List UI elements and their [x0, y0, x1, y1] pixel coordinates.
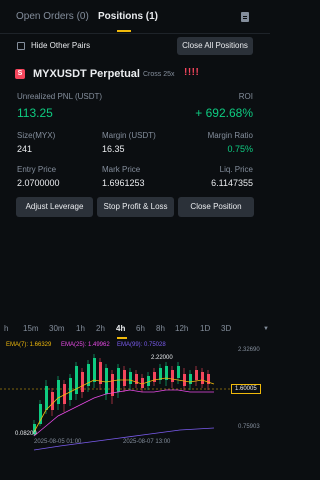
short-badge: S	[15, 69, 25, 79]
timeframe-2h[interactable]: 2h	[96, 324, 105, 333]
candle-body	[39, 404, 42, 424]
position-header: S MYXUSDT Perpetual Cross 25x !!!!	[0, 66, 270, 84]
unrealized-pnl-value: 113.25	[17, 106, 53, 120]
close-all-positions-button[interactable]: Close All Positions	[177, 37, 253, 55]
candle-body	[195, 370, 198, 380]
order-tabs: Open Orders (0) Positions (1)	[0, 0, 270, 34]
margin-ratio-value: 0.75%	[227, 144, 253, 154]
liq-price-label: Liq. Price	[219, 165, 253, 174]
candle-body	[123, 370, 126, 386]
candle-body	[45, 386, 48, 410]
margin-ratio-label: Margin Ratio	[207, 131, 253, 140]
tab-positions[interactable]: Positions (1)	[98, 11, 158, 22]
active-timeframe-indicator	[117, 337, 127, 339]
candle-body	[93, 358, 96, 382]
unrealized-pnl-label: Unrealized PNL (USDT)	[17, 92, 103, 101]
timeframe-4h[interactable]: 4h	[116, 324, 125, 333]
timeframe-1h[interactable]: 1h	[76, 324, 85, 333]
date-label-2: 2025-08-07 13:00	[123, 439, 171, 445]
roi-label: ROI	[238, 92, 253, 101]
hide-other-pairs-label[interactable]: Hide Other Pairs	[31, 41, 90, 50]
entry-price-value: 2.0700000	[17, 178, 60, 188]
timeframe-1d[interactable]: 1D	[200, 324, 210, 333]
candle-body	[51, 392, 54, 410]
roi-value: + 692.68%	[195, 106, 253, 120]
candle-body	[177, 366, 180, 378]
candles-svg	[0, 354, 230, 451]
adjust-leverage-button[interactable]: Adjust Leverage	[16, 197, 93, 217]
timeframe-12h[interactable]: 12h	[175, 324, 188, 333]
candle-body	[141, 378, 144, 388]
close-position-button[interactable]: Close Position	[178, 197, 254, 217]
risk-warning: !!!!	[184, 67, 200, 78]
filter-row: Hide Other Pairs Close All Positions	[0, 34, 270, 60]
candle-body	[105, 368, 108, 394]
candle-body	[147, 376, 150, 386]
candle-body	[75, 366, 78, 394]
candle-body	[189, 374, 192, 384]
entry-price-label: Entry Price	[17, 165, 57, 174]
timeframe-30m[interactable]: 30m	[49, 324, 65, 333]
stop-profit-loss-button[interactable]: Stop Profit & Loss	[97, 197, 174, 217]
symbol-name[interactable]: MYXUSDT Perpetual	[33, 68, 140, 80]
margin-mode[interactable]: Cross 25x	[143, 71, 175, 78]
candle-body	[171, 370, 174, 382]
candle-body	[129, 372, 132, 384]
timeframe-bar: h 15m 30m 1h 2h 4h 6h 8h 12h 1D 3D ▼	[0, 320, 270, 339]
candle-body	[183, 374, 186, 386]
candle-body	[81, 372, 84, 392]
candle-body	[159, 368, 162, 380]
candle-body	[69, 378, 72, 400]
document-icon[interactable]	[241, 12, 249, 22]
timeframe-partial[interactable]: h	[4, 324, 8, 333]
timeframe-8h[interactable]: 8h	[156, 324, 165, 333]
high-annotation: 2.22000	[151, 355, 173, 361]
candle-body	[57, 380, 60, 404]
mark-price-label: Mark Price	[102, 165, 141, 174]
tab-open-orders[interactable]: Open Orders (0)	[16, 11, 89, 22]
timeframe-15m[interactable]: 15m	[23, 324, 39, 333]
margin-label: Margin (USDT)	[102, 131, 156, 140]
hide-other-pairs-checkbox[interactable]	[17, 42, 25, 50]
mark-price-value: 1.6961253	[102, 178, 145, 188]
candlestick-chart[interactable]: EMA(7): 1.66329 EMA(25): 1.49962 EMA(99)…	[0, 340, 270, 480]
candle-group	[33, 354, 210, 436]
low-annotation: 0.08200	[15, 431, 37, 437]
timeframe-6h[interactable]: 6h	[136, 324, 145, 333]
candle-body	[201, 372, 204, 384]
timeframe-3d[interactable]: 3D	[221, 324, 231, 333]
margin-value: 16.35	[102, 144, 125, 154]
caret-down-icon[interactable]: ▼	[263, 326, 269, 332]
size-label: Size(MYX)	[17, 131, 56, 140]
liq-price-value: 6.1147355	[211, 178, 253, 188]
active-tab-indicator	[117, 30, 131, 32]
date-label-1: 2025-08-05 01:00	[34, 439, 82, 445]
size-value: 241	[17, 144, 33, 154]
